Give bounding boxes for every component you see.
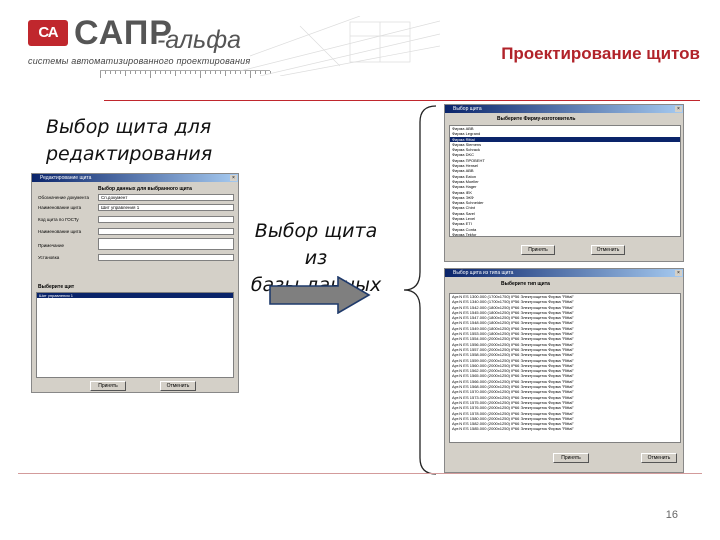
field-label: Обозначение документа — [38, 195, 90, 200]
list-item[interactable]: Арт.N ES 1585.000 (2000x1250) IP66 Элект… — [450, 426, 680, 431]
logo-mark: СА — [28, 20, 68, 46]
right-arrow-icon — [269, 276, 371, 314]
field-label: Установка — [38, 255, 60, 260]
cancel-button[interactable]: Отменить — [160, 381, 196, 391]
caption-select-edit-line1: Выбор щита для — [46, 116, 212, 138]
model-list[interactable]: Арт.N ES 1300.000 (1700x1750) IP56 Элект… — [449, 293, 681, 443]
close-icon[interactable]: × — [675, 270, 682, 276]
footer-divider — [18, 473, 702, 474]
field-input[interactable] — [98, 254, 234, 261]
manufacturer-list[interactable]: Фирма АВВ Фирма Legrand Фирма Rittal Фирма … — [449, 125, 681, 237]
page-title: Проектирование щитов — [501, 44, 700, 63]
field-label: Наименование щита — [38, 229, 82, 234]
title-divider — [104, 100, 700, 101]
page-number: 16 — [665, 509, 678, 521]
editor-list-label: Выберите щит — [38, 284, 75, 290]
model-window: Выбор щита из типа щита × Выберите тип щ… — [444, 268, 684, 473]
field-input[interactable]: Сп.документ — [98, 194, 234, 201]
ok-button[interactable]: Принять — [521, 245, 555, 255]
list-item[interactable]: Фирма Tekfor — [450, 232, 680, 236]
logo-tagline: системы автоматизированного проектирован… — [28, 56, 251, 66]
editor-window-title: Редактирование щита — [40, 175, 92, 181]
ok-button[interactable]: Принять — [90, 381, 126, 391]
editor-heading: Выбор данных для выбранного щита — [98, 186, 192, 192]
manufacturer-window: Выбор щита × Выберите Фирму-изготовитель… — [444, 104, 684, 262]
blueprint-decoration — [240, 16, 440, 76]
manufacturer-window-title: Выбор щита — [453, 106, 482, 112]
logo-suffix: -альфа — [157, 26, 241, 54]
field-input[interactable] — [98, 228, 234, 235]
manufacturer-window-titlebar[interactable]: Выбор щита × — [445, 105, 683, 113]
caption-select-edit: Выбор щита для редактирования — [46, 114, 212, 168]
close-icon[interactable]: × — [675, 106, 682, 112]
field-input[interactable]: Шит управления 1 — [98, 204, 234, 211]
model-window-titlebar[interactable]: Выбор щита из типа щита × — [445, 269, 683, 277]
editor-window: Редактирование щита × Выбор данных для в… — [31, 173, 239, 393]
cancel-button[interactable]: Отменить — [641, 453, 677, 463]
editor-list[interactable]: Шит управления 1 — [36, 292, 234, 378]
field-label: Примечание — [38, 243, 65, 248]
field-input[interactable] — [98, 238, 234, 250]
cancel-button[interactable]: Отменить — [591, 245, 625, 255]
caption-select-edit-line2: редактирования — [46, 143, 213, 165]
field-label: Наименование щита — [38, 205, 82, 210]
manufacturer-heading: Выберите Фирму-изготовитель — [497, 116, 576, 122]
field-label: Код щита по ГОСТу — [38, 217, 79, 222]
field-input[interactable] — [98, 216, 234, 223]
close-icon[interactable]: × — [230, 175, 237, 181]
editor-window-titlebar[interactable]: Редактирование щита × — [32, 174, 238, 182]
ok-button[interactable]: Принять — [553, 453, 589, 463]
list-item[interactable]: Шит управления 1 — [37, 293, 233, 299]
curly-brace-icon — [403, 105, 437, 475]
model-heading: Выберите тип щита — [501, 281, 550, 287]
model-window-title: Выбор щита из типа щита — [453, 270, 514, 276]
caption-select-db-line1: Выбор щита из — [254, 220, 378, 269]
